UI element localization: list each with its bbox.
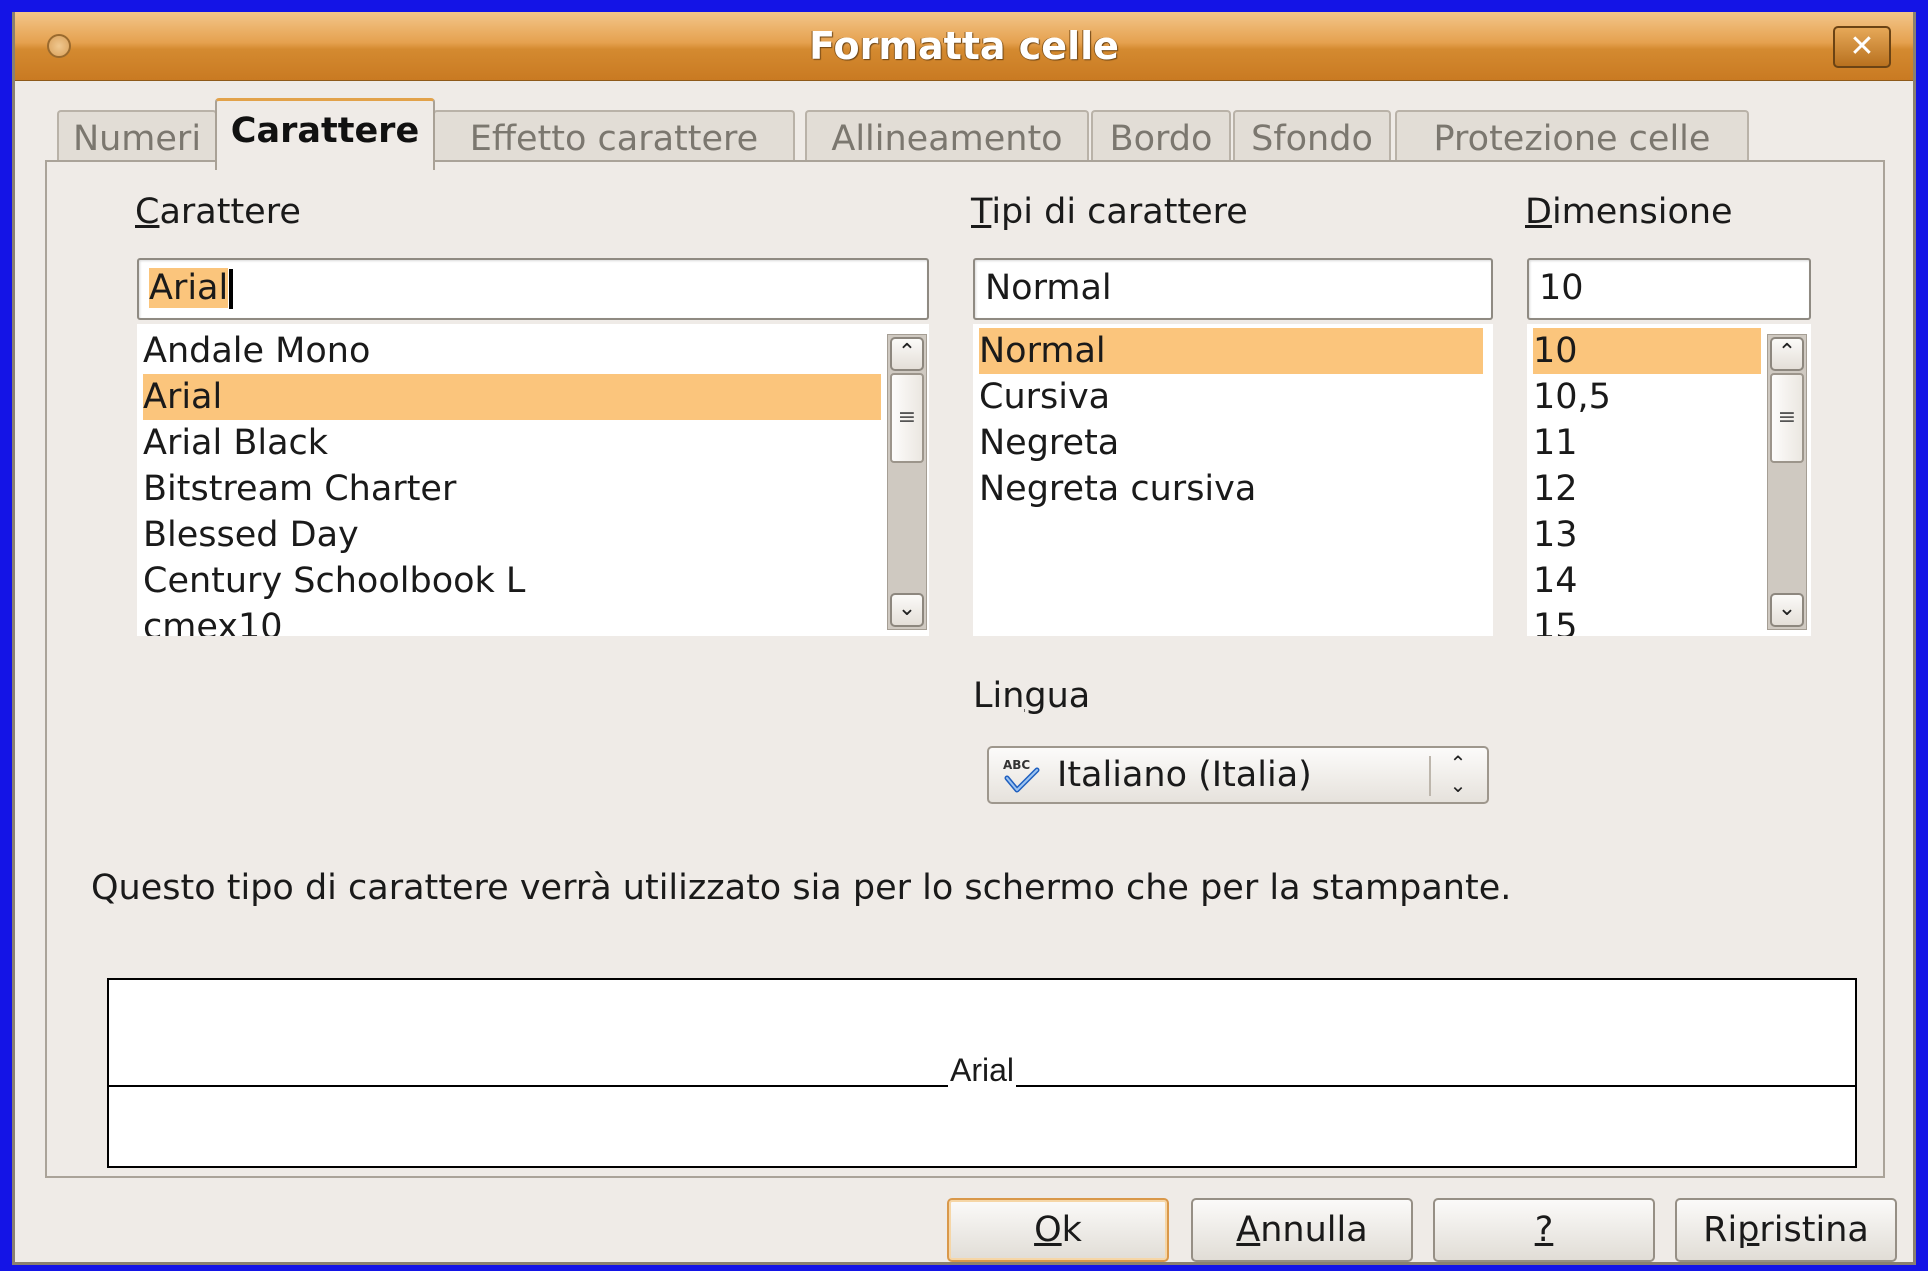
- list-item[interactable]: 15: [1533, 604, 1761, 636]
- text-caret: [229, 269, 234, 309]
- style-label: Tipi di carattere: [971, 192, 1248, 232]
- list-item-selected[interactable]: Normal: [979, 328, 1483, 374]
- list-item[interactable]: 10,5: [1533, 374, 1761, 420]
- list-item-selected[interactable]: 10: [1533, 328, 1761, 374]
- font-size-list[interactable]: 10 10,5 11 12 13 14 15 ⌃ ≡ ⌄: [1527, 324, 1811, 636]
- font-label: Carattere: [135, 192, 301, 232]
- list-item[interactable]: 12: [1533, 466, 1761, 512]
- list-item[interactable]: cmex10: [143, 604, 881, 636]
- font-list[interactable]: Andale Mono Arial Arial Black Bitstream …: [137, 324, 929, 636]
- scroll-down-button[interactable]: ⌄: [890, 593, 924, 627]
- font-preview: Arial: [107, 978, 1857, 1168]
- list-item[interactable]: Arial Black: [143, 420, 881, 466]
- tab-bordo[interactable]: Bordo: [1091, 110, 1231, 166]
- scroll-thumb[interactable]: ≡: [1770, 373, 1804, 463]
- up-down-arrows-icon: ⌃ ⌄: [1449, 751, 1467, 797]
- title-bar[interactable]: Formatta celle ✕: [15, 12, 1913, 81]
- font-name-input[interactable]: Arial: [137, 258, 929, 320]
- tab-effetto-carattere[interactable]: Effetto carattere: [433, 110, 795, 166]
- list-item[interactable]: Century Schoolbook L: [143, 558, 881, 604]
- list-item[interactable]: Cursiva: [979, 374, 1483, 420]
- ok-button[interactable]: Ok: [947, 1198, 1169, 1262]
- font-size-input[interactable]: 10: [1527, 258, 1811, 320]
- reset-button[interactable]: Ripristina: [1675, 1198, 1897, 1262]
- scroll-up-button[interactable]: ⌃: [890, 337, 924, 371]
- list-item[interactable]: Andale Mono: [143, 328, 881, 374]
- tab-carattere[interactable]: Carattere: [215, 98, 435, 170]
- list-item[interactable]: Negreta cursiva: [979, 466, 1483, 512]
- language-label: Lingua: [973, 676, 1091, 716]
- tab-numeri[interactable]: Numeri: [57, 110, 217, 166]
- scroll-thumb[interactable]: ≡: [890, 373, 924, 463]
- list-item[interactable]: 13: [1533, 512, 1761, 558]
- preview-text: Arial: [947, 1052, 1016, 1088]
- scroll-up-button[interactable]: ⌃: [1770, 337, 1804, 371]
- svg-text:ABC: ABC: [1003, 758, 1030, 772]
- size-label: Dimensione: [1525, 192, 1733, 232]
- scroll-down-button[interactable]: ⌄: [1770, 593, 1804, 627]
- close-button[interactable]: ✕: [1833, 26, 1891, 68]
- spellcheck-icon: ABC: [1003, 758, 1040, 793]
- font-style-input[interactable]: Normal: [973, 258, 1493, 320]
- list-item[interactable]: Negreta: [979, 420, 1483, 466]
- language-combobox[interactable]: ABC Italiano (Italia) ⌃ ⌄: [987, 746, 1489, 804]
- font-list-scrollbar[interactable]: ⌃ ≡ ⌄: [887, 334, 927, 630]
- format-cells-dialog: Formatta celle ✕ Numeri Carattere Effett…: [12, 12, 1916, 1265]
- tab-sfondo[interactable]: Sfondo: [1233, 110, 1391, 166]
- list-item[interactable]: Blessed Day: [143, 512, 881, 558]
- list-item[interactable]: 11: [1533, 420, 1761, 466]
- cancel-button[interactable]: Annulla: [1191, 1198, 1413, 1262]
- help-button[interactable]: ?: [1433, 1198, 1655, 1262]
- tab-protezione-celle[interactable]: Protezione celle: [1395, 110, 1749, 166]
- dialog-title: Formatta celle: [809, 24, 1119, 68]
- size-list-scrollbar[interactable]: ⌃ ≡ ⌄: [1767, 334, 1807, 630]
- tab-allineamento[interactable]: Allineamento: [805, 110, 1089, 166]
- info-text: Questo tipo di carattere verrà utilizzat…: [91, 868, 1512, 908]
- list-item-selected[interactable]: Arial: [143, 374, 881, 420]
- font-style-list[interactable]: Normal Cursiva Negreta Negreta cursiva: [973, 324, 1493, 636]
- combo-separator: [1429, 756, 1431, 796]
- language-value: Italiano (Italia): [1057, 755, 1312, 795]
- list-item[interactable]: Bitstream Charter: [143, 466, 881, 512]
- list-item[interactable]: 14: [1533, 558, 1761, 604]
